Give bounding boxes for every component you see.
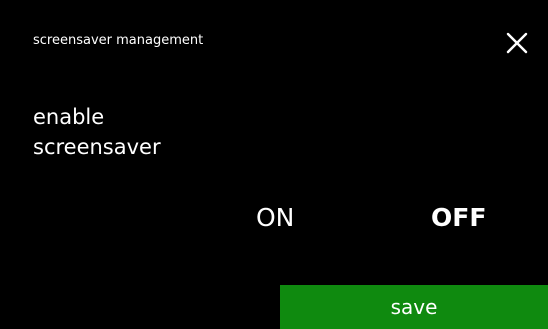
setting-label: enable screensaver [33, 102, 233, 162]
setting-label-line1: enable [33, 105, 105, 129]
setting-label-line2: screensaver [33, 135, 161, 159]
close-icon [506, 32, 528, 54]
save-button[interactable]: save [280, 285, 548, 329]
screensaver-management-screen: screensaver management enable screensave… [0, 0, 548, 329]
close-button[interactable] [500, 26, 534, 60]
page-title: screensaver management [33, 33, 204, 48]
toggle-off-option[interactable]: OFF [431, 202, 486, 234]
toggle-on-option[interactable]: ON [256, 202, 294, 234]
